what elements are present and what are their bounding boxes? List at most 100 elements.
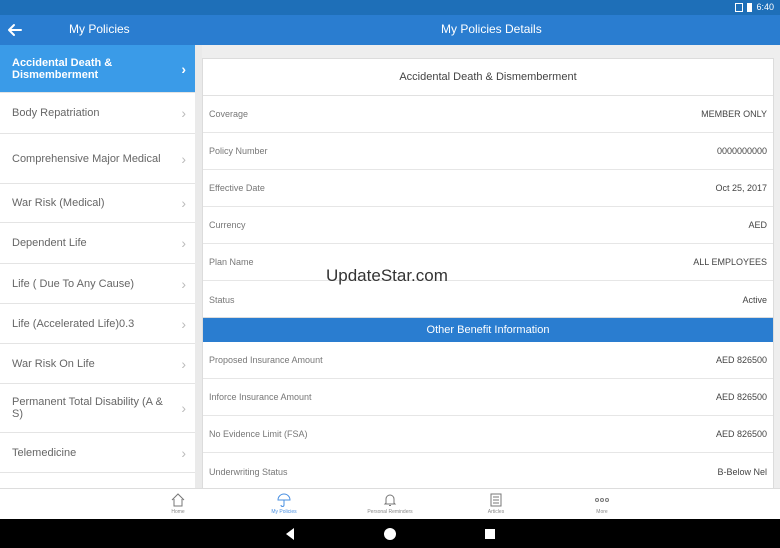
chevron-right-icon: › [181,400,186,416]
sidebar-item-label: Comprehensive Major Medical [12,152,161,165]
sidebar-item-label: War Risk On Life [12,357,95,370]
detail-label: Plan Name [209,257,254,267]
status-icons: 6:40 [735,2,774,13]
detail-row-plan-name: Plan Name ALL EMPLOYEES [203,244,773,281]
chevron-right-icon: › [181,195,186,211]
sidebar-item-label: Telemedicine [12,446,77,459]
battery-icon [747,3,753,12]
sidebar-item-life-accelerated[interactable]: Life (Accelerated Life)0.3 › [0,304,195,344]
sidebar-item-comprehensive-medical[interactable]: Comprehensive Major Medical › [0,134,195,184]
detail-value: AED [748,220,767,230]
chevron-right-icon: › [181,235,186,251]
sidebar-item-life-any-cause[interactable]: Life ( Due To Any Cause) › [0,264,195,304]
policy-details-pane: Accidental Death & Dismemberment Coverag… [202,45,780,488]
square-recents-icon [485,529,495,539]
pane-divider [195,45,202,488]
nav-reminders[interactable]: Personal Reminders [355,492,425,515]
system-back-button[interactable] [283,527,297,546]
umbrella-icon [277,493,291,507]
policy-card-title: Accidental Death & Dismemberment [203,59,773,96]
detail-value: AED 826500 [715,429,767,439]
watermark-text: UpdateStar.com [326,266,448,285]
detail-row-effective-date: Effective Date Oct 25, 2017 [203,170,773,207]
detail-label: Underwriting Status [209,466,288,477]
nav-my-policies[interactable]: My Policies [249,492,319,515]
more-dots-icon [595,498,609,502]
triangle-back-icon [286,528,294,540]
policy-list: Accidental Death & Dismemberment › Body … [0,45,195,488]
benefit-row-underwriting: Underwriting Status B-Below Nel [203,453,773,488]
page-title-details: My Policies Details [441,22,542,36]
back-button[interactable] [4,19,26,41]
detail-row-policy-number: Policy Number 0000000000 [203,133,773,170]
chevron-right-icon: › [181,444,186,461]
system-recents-button[interactable] [483,527,497,546]
detail-value: B-Below Nel [717,466,767,477]
detail-label: Status [209,294,235,305]
status-bar: 6:40 [0,0,780,15]
nav-label: More [596,509,608,515]
vibrate-icon [735,3,744,12]
chevron-right-icon: › [181,105,186,121]
sidebar-item-permanent-disability[interactable]: Permanent Total Disability (A & S) › [0,384,195,433]
article-icon [490,493,502,507]
benefit-row-proposed: Proposed Insurance Amount AED 826500 [203,342,773,379]
bottom-nav: Home My Policies Personal Reminders Arti… [0,488,780,519]
sidebar-item-war-risk-life[interactable]: War Risk On Life › [0,344,195,384]
nav-home[interactable]: Home [143,492,213,515]
arrow-left-icon [8,24,22,36]
detail-label: Currency [209,220,246,230]
bell-icon [383,494,397,506]
sidebar-item-label: Life (Accelerated Life)0.3 [12,317,135,330]
benefit-row-inforce: Inforce Insurance Amount AED 826500 [203,379,773,416]
policy-summary-card: Accidental Death & Dismemberment Coverag… [202,58,774,319]
system-home-button[interactable] [383,527,397,546]
sidebar-item-accidental-death[interactable]: Accidental Death & Dismemberment › [0,45,195,93]
detail-label: Proposed Insurance Amount [209,355,323,365]
nav-label: My Policies [271,509,297,515]
detail-row-coverage: Coverage MEMBER ONLY [203,96,773,133]
system-nav-bar [0,519,780,548]
home-icon [171,493,185,507]
chevron-right-icon: › [181,150,186,167]
app-bar: My Policies My Policies Details [0,15,780,45]
nav-more[interactable]: More [567,492,637,515]
detail-value: MEMBER ONLY [701,109,767,119]
detail-label: Effective Date [209,183,265,193]
chevron-right-icon: › [181,315,186,332]
detail-label: Coverage [209,109,249,119]
sidebar-item-label: Body Repatriation [12,107,100,119]
sidebar-item-war-risk-medical[interactable]: War Risk (Medical) › [0,184,195,223]
sidebar-item-label: Accidental Death & Dismemberment [12,56,113,81]
detail-label: No Evidence Limit (FSA) [209,429,308,439]
detail-value: Oct 25, 2017 [715,183,767,193]
chevron-right-icon: › [181,355,186,372]
circle-home-icon [384,528,396,540]
sidebar-item-label: Life ( Due To Any Cause) [12,277,135,290]
nav-articles[interactable]: Articles [461,492,531,515]
detail-value: Active [742,294,767,305]
nav-label: Articles [487,509,505,515]
benefit-card-title: Other Benefit Information [203,318,773,342]
chevron-right-icon: › [181,275,186,292]
detail-value: AED 826500 [715,355,767,365]
detail-value: 0000000000 [716,146,767,156]
benefit-info-card: Other Benefit Information Proposed Insur… [202,317,774,488]
detail-label: Inforce Insurance Amount [209,392,312,402]
status-time: 6:40 [756,2,774,12]
sidebar-item-label: Dependent Life [12,237,87,249]
detail-label: Policy Number [209,146,268,156]
sidebar-item-label: Permanent Total Disability (A & S) [12,396,163,420]
page-title-policies: My Policies [69,22,130,36]
chevron-right-icon: › [181,60,186,77]
detail-row-status: Status Active [203,281,773,318]
nav-label: Personal Reminders [367,509,413,515]
detail-value: ALL EMPLOYEES [693,257,767,267]
sidebar-item-body-repatriation[interactable]: Body Repatriation › [0,93,195,134]
sidebar-item-dependent-life[interactable]: Dependent Life › [0,223,195,264]
detail-value: AED 826500 [715,392,767,402]
sidebar-item-telemedicine[interactable]: Telemedicine › [0,433,195,473]
detail-row-currency: Currency AED [203,207,773,244]
nav-label: Home [171,509,185,515]
sidebar-item-label: War Risk (Medical) [12,197,105,209]
